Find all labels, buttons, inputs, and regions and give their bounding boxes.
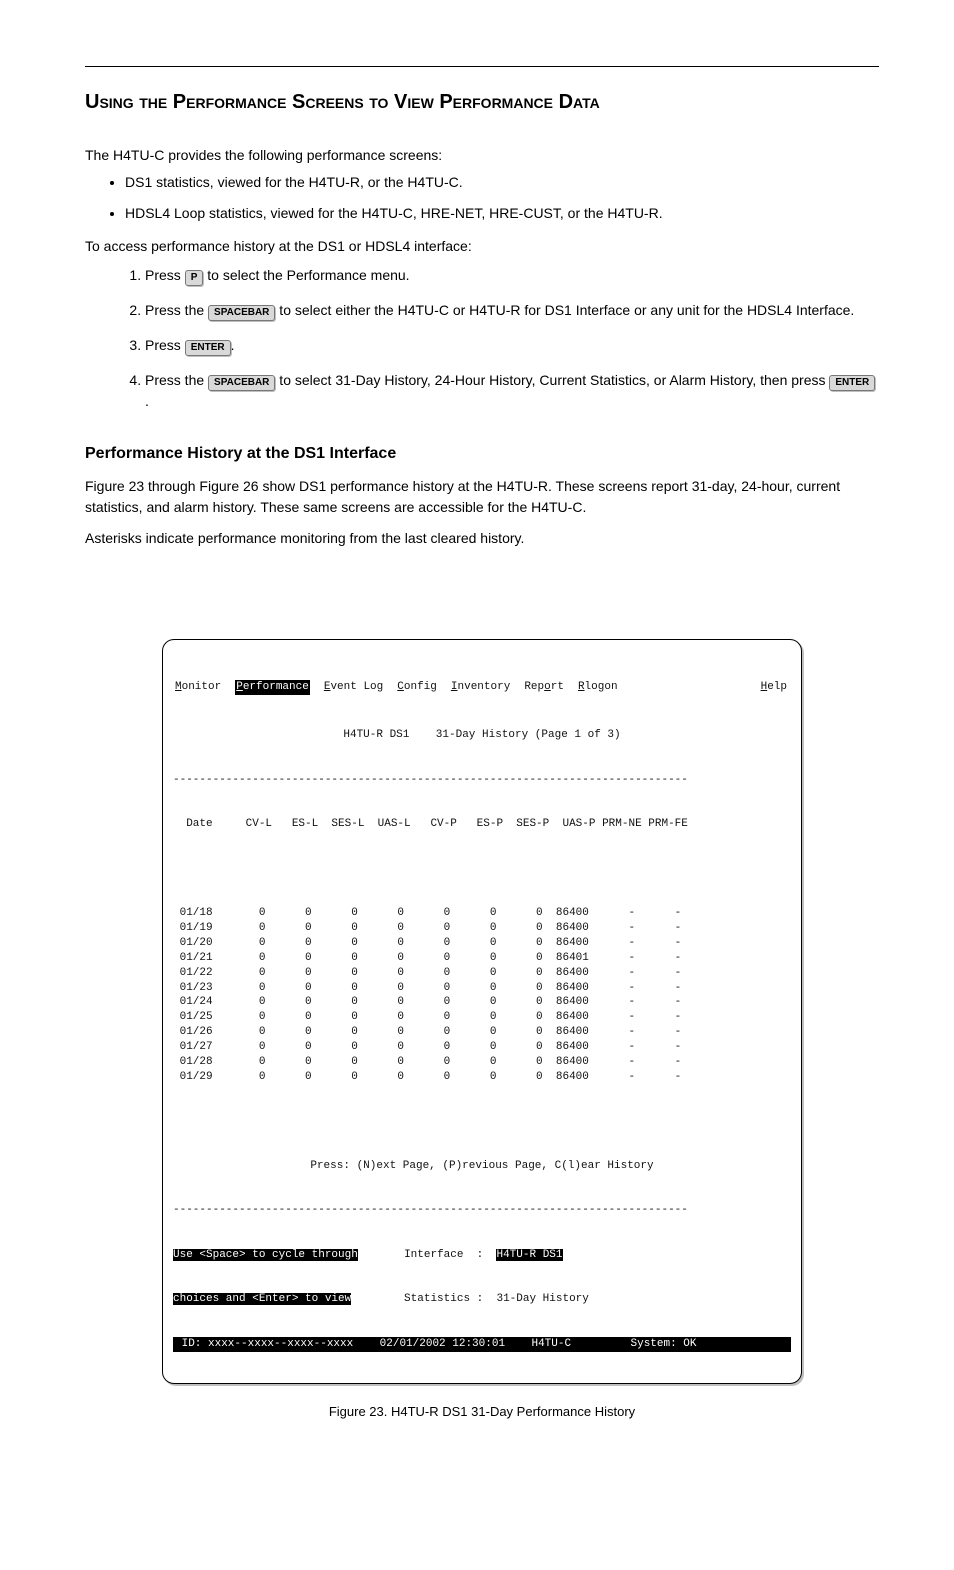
table-row: 01/25 0 0 0 0 0 0 0 86400 - - [173, 1010, 791, 1025]
step-text: Press the [145, 372, 208, 388]
table-row: 01/27 0 0 0 0 0 0 0 86400 - - [173, 1040, 791, 1055]
terminal-screen: Monitor Performance Event Log Config Invento… [162, 639, 802, 1384]
hint-text: Use <Space> to cycle through [173, 1249, 358, 1261]
step: Press P to select the Performance menu. [145, 265, 879, 286]
key-enter: ENTER [829, 375, 875, 391]
blank-line [173, 862, 791, 877]
terminal-status-bar: ID: xxxx--xxxx--xxxx--xxxx 02/01/2002 12… [173, 1337, 791, 1352]
step: Press the SPACEBAR to select 31-Day Hist… [145, 370, 879, 412]
step-text: Press [145, 337, 185, 353]
key-spacebar: SPACEBAR [208, 305, 275, 321]
menu-item-inventory[interactable]: Inventory [451, 680, 510, 695]
table-row: 01/26 0 0 0 0 0 0 0 86400 - - [173, 1025, 791, 1040]
status-unit: H4TU-C [531, 1338, 571, 1350]
step: Press ENTER. [145, 335, 879, 356]
page-title: Using the Performance Screens to View Pe… [85, 87, 879, 117]
table-row: 01/19 0 0 0 0 0 0 0 86400 - - [173, 921, 791, 936]
interface-value: H4TU-R DS1 [496, 1249, 562, 1261]
terminal-selector-row: choices and <Enter> to view Statistics :… [173, 1292, 791, 1307]
statistics-label: Statistics : [404, 1293, 483, 1305]
terminal-table-body: 01/18 0 0 0 0 0 0 0 86400 - - 01/19 0 0 … [173, 906, 791, 1084]
step-text: to select either the H4TU-C or H4TU-R fo… [275, 302, 854, 318]
figure-caption: Figure 23. H4TU-R DS1 31-Day Performance… [85, 1402, 879, 1422]
table-row: 01/20 0 0 0 0 0 0 0 86400 - - [173, 936, 791, 951]
step-text: . [231, 337, 235, 353]
step-text: to select the Performance menu. [203, 267, 409, 283]
header-rule [85, 66, 879, 67]
table-row: 01/18 0 0 0 0 0 0 0 86400 - - [173, 906, 791, 921]
figure: Monitor Performance Event Log Config Invento… [85, 639, 879, 1422]
paragraph-text: through Figure 26 show DS1 performance h… [85, 478, 840, 515]
statistics-value: 31-Day History [496, 1293, 588, 1305]
table-header-row: Date CV-L ES-L SES-L UAS-L CV-P ES-P SES… [173, 817, 791, 832]
list-item: DS1 statistics, viewed for the H4TU-R, o… [125, 172, 879, 193]
table-row: 01/23 0 0 0 0 0 0 0 86400 - - [173, 981, 791, 996]
table-row: 01/22 0 0 0 0 0 0 0 86400 - - [173, 966, 791, 981]
procedure-lead: To access performance history at the DS1… [85, 236, 879, 257]
table-row: 01/29 0 0 0 0 0 0 0 86400 - - [173, 1070, 791, 1085]
key-enter: ENTER [185, 340, 231, 356]
step-text: Press the [145, 302, 208, 318]
menu-item-performance[interactable]: Performance [235, 680, 310, 695]
intro-paragraph: The H4TU-C provides the following perfor… [85, 145, 879, 166]
menu-item-monitor[interactable]: Monitor [175, 680, 221, 695]
running-header [85, 40, 879, 54]
status-system: System: OK [631, 1338, 704, 1350]
hint-text: choices and <Enter> to view [173, 1293, 351, 1305]
step-text: . [145, 393, 149, 409]
procedure-steps: Press P to select the Performance menu. … [145, 265, 879, 412]
blank-line [173, 1114, 791, 1129]
menu-item-help[interactable]: Help [761, 680, 787, 695]
bullet-list: DS1 statistics, viewed for the H4TU-R, o… [125, 172, 879, 224]
menu-item-config[interactable]: Config [397, 680, 437, 695]
interface-label: Interface : [404, 1249, 483, 1261]
step-text: to select 31-Day History, 24-Hour Histor… [275, 372, 829, 388]
status-timestamp: 02/01/2002 12:30:01 [380, 1338, 505, 1350]
section-heading: Performance History at the DS1 Interface [85, 442, 879, 466]
body-paragraph: Asterisks indicate performance monitorin… [85, 528, 879, 549]
table-row: 01/28 0 0 0 0 0 0 0 86400 - - [173, 1055, 791, 1070]
terminal-title: H4TU-R DS1 31-Day History (Page 1 of 3) [173, 728, 791, 743]
terminal-menu-bar: Monitor Performance Event Log Config Invento… [173, 680, 791, 695]
page-footer: 32 February 27, 2002 [85, 1522, 879, 1540]
terminal-separator: ----------------------------------------… [173, 773, 791, 788]
menu-item-rlogon[interactable]: Rlogon [578, 680, 618, 695]
terminal-selector-row: Use <Space> to cycle through Interface :… [173, 1248, 791, 1263]
status-id: ID: xxxx--xxxx--xxxx--xxxx [175, 1338, 353, 1350]
page-number: 32 [85, 1522, 98, 1540]
table-row: 01/21 0 0 0 0 0 0 0 86401 - - [173, 951, 791, 966]
key-p: P [185, 270, 204, 286]
menu-item-event-log[interactable]: Event Log [324, 680, 383, 695]
table-row: 01/24 0 0 0 0 0 0 0 86400 - - [173, 995, 791, 1010]
body-paragraph: Figure 23 through Figure 26 show DS1 per… [85, 476, 879, 518]
step: Press the SPACEBAR to select either the … [145, 300, 879, 321]
key-spacebar: SPACEBAR [208, 375, 275, 391]
list-item: HDSL4 Loop statistics, viewed for the H4… [125, 203, 879, 224]
terminal-separator: ----------------------------------------… [173, 1203, 791, 1218]
footer-date: February 27, 2002 [781, 1522, 879, 1540]
menu-item-report[interactable]: Report [524, 680, 564, 695]
step-text: Press [145, 267, 185, 283]
figure-ref: Figure 23 [85, 478, 144, 494]
terminal-hint-press: Press: (N)ext Page, (P)revious Page, C(l… [173, 1159, 791, 1174]
